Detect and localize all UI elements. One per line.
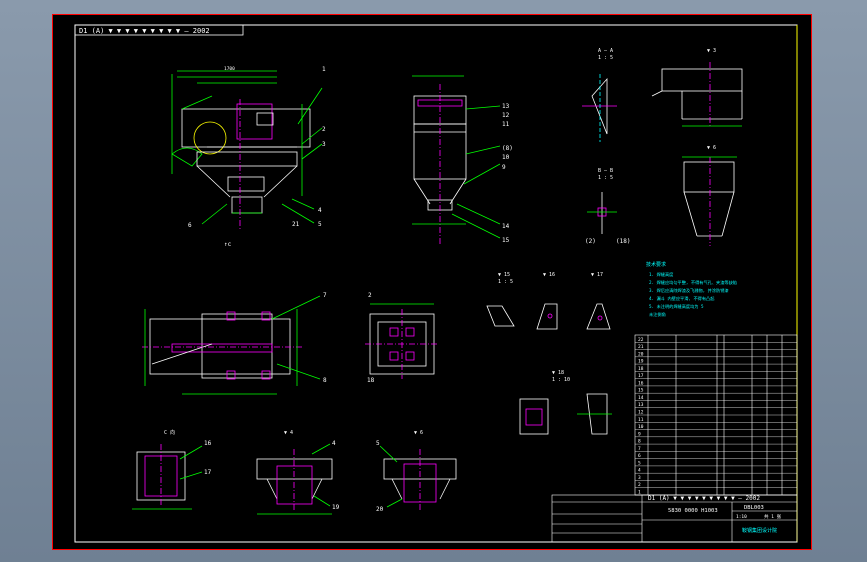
- bom-row-number: 3: [638, 475, 641, 481]
- part-label: 10: [502, 154, 510, 161]
- view-title-aa: A – A: [598, 48, 613, 54]
- bom-row-number: 19: [638, 359, 644, 365]
- bom-row-number: 8: [638, 439, 641, 445]
- notes-title: 技术要求: [646, 261, 666, 268]
- drawing-sheet: D1 (A) ▼ ▼ ▼ ▼ ▼ ▼ ▼ ▼ ▼ – 2002 1 2 3 4 …: [52, 14, 812, 550]
- view-title-18: ▼ 18: [552, 370, 564, 376]
- view-arrow-c: ↑c: [224, 241, 232, 248]
- section-aa: [582, 74, 617, 142]
- bom-row-number: 18: [638, 366, 644, 372]
- note-line: 4. 漏斗 内壁应平滑, 不得有凸起: [649, 295, 715, 302]
- note-line: 未注倒角: [649, 311, 666, 318]
- view-title-c: C 向: [164, 429, 175, 436]
- main-side-view: [171, 70, 323, 229]
- view-18: [519, 393, 612, 435]
- bom-row-number: 1: [638, 490, 641, 496]
- part-label: 8: [323, 377, 327, 384]
- bom-row-number: 4: [638, 468, 641, 474]
- view-6b: [379, 445, 457, 512]
- bom-row-number: 10: [638, 424, 644, 430]
- bom-row-number: 7: [638, 446, 641, 452]
- note-line: 1. 焊缝高度: [649, 271, 674, 278]
- detail-mark: (8): [502, 145, 513, 152]
- part-label: 4: [332, 440, 336, 447]
- bom-row-number: 20: [638, 351, 644, 357]
- note-line: 3. 焊后应清除焊渣及飞溅物, 并涂防锈漆: [649, 287, 729, 294]
- dim-label: 1700: [224, 66, 235, 72]
- bom-row-number: 15: [638, 388, 644, 394]
- part-label: 20: [376, 506, 384, 513]
- part-label: 6: [188, 222, 192, 229]
- bom-row-number: 14: [638, 395, 644, 401]
- sheet-label: 共 1 张: [764, 513, 782, 520]
- view-title-6b: ▼ 6: [414, 430, 423, 436]
- title-block-title: D1 (A) ▼ ▼ ▼ ▼ ▼ ▼ ▼ ▼ ▼ – 2002: [648, 495, 760, 502]
- bom-row-number: 2: [638, 482, 641, 488]
- view-title-15: ▼ 15: [498, 272, 510, 278]
- scale-label: 1:10: [736, 514, 747, 520]
- bom-rows: 22212019181716151413121110987654321: [635, 337, 797, 496]
- part-label: 12: [502, 112, 510, 119]
- part-label: 16: [204, 440, 212, 447]
- plan-view: [142, 295, 321, 395]
- part-label: 11: [502, 121, 510, 128]
- title-block: [551, 494, 798, 543]
- view-scale-18: 1 : 10: [552, 377, 570, 383]
- bom-row-number: 6: [638, 453, 641, 459]
- bom-row-number: 22: [638, 337, 644, 343]
- part-label: 9: [502, 164, 506, 171]
- part-label: 2: [322, 126, 326, 133]
- bom-row-number: 16: [638, 380, 644, 386]
- drawing-code: DBL003: [744, 505, 764, 511]
- gusset-views: [486, 303, 611, 330]
- part-label: 15: [502, 237, 510, 244]
- part-label: 5: [376, 440, 380, 447]
- view-title-6: ▼ 6: [707, 145, 716, 151]
- view-3: [651, 62, 743, 127]
- view-title-16: ▼ 16: [543, 272, 555, 278]
- company-name: 鞍钢集团设计院: [742, 527, 777, 534]
- drawing-number: 5830 0000 H1003: [668, 508, 718, 514]
- detail-mark: (18): [616, 238, 630, 245]
- view-scale-15: 1 : 5: [498, 279, 513, 285]
- view-c: [132, 444, 203, 510]
- part-label: 2: [368, 292, 372, 299]
- section-bb: [587, 192, 617, 234]
- part-label: 1: [322, 66, 326, 73]
- view-title-17: ▼ 17: [591, 272, 603, 278]
- view-scale-aa: 1 : 5: [598, 55, 613, 61]
- flange-view: [365, 303, 439, 379]
- part-label: 3: [322, 141, 326, 148]
- part-label: 19: [332, 504, 340, 511]
- bom-row-number: 5: [638, 460, 641, 466]
- bom-row-number: 21: [638, 344, 644, 350]
- front-view: [412, 75, 501, 244]
- view-6: [682, 156, 737, 246]
- bom-row-number: 17: [638, 373, 644, 379]
- view-4: [256, 443, 333, 515]
- part-label: 18: [367, 377, 375, 384]
- detail-mark: (2): [585, 238, 596, 245]
- view-title-3: ▼ 3: [707, 48, 716, 54]
- drawing-canvas: D1 (A) ▼ ▼ ▼ ▼ ▼ ▼ ▼ ▼ ▼ – 2002 1 2 3 4 …: [52, 14, 812, 550]
- part-label: 21: [292, 221, 300, 228]
- bom-row-number: 13: [638, 402, 644, 408]
- part-label: 5: [318, 221, 322, 228]
- part-label: 4: [318, 207, 322, 214]
- view-title-4: ▼ 4: [284, 430, 293, 436]
- bom-row-number: 9: [638, 431, 641, 437]
- bom-row-number: 11: [638, 417, 644, 423]
- view-title-bb: B – B: [598, 168, 613, 174]
- part-label: 17: [204, 469, 212, 476]
- header-title: D1 (A) ▼ ▼ ▼ ▼ ▼ ▼ ▼ ▼ ▼ – 2002: [79, 27, 210, 35]
- part-label: 14: [502, 223, 510, 230]
- view-scale-bb: 1 : 5: [598, 175, 613, 181]
- note-line: 5. 未注明的焊缝高度均为 5: [649, 303, 704, 310]
- part-label: 13: [502, 103, 510, 110]
- part-label: 7: [323, 292, 327, 299]
- bom-row-number: 12: [638, 410, 644, 416]
- cad-viewer-background: D1 (A) ▼ ▼ ▼ ▼ ▼ ▼ ▼ ▼ ▼ – 2002 1 2 3 4 …: [0, 0, 867, 562]
- note-line: 2. 焊缝应均匀平整, 不得有气孔、夹渣等缺陷: [649, 279, 737, 286]
